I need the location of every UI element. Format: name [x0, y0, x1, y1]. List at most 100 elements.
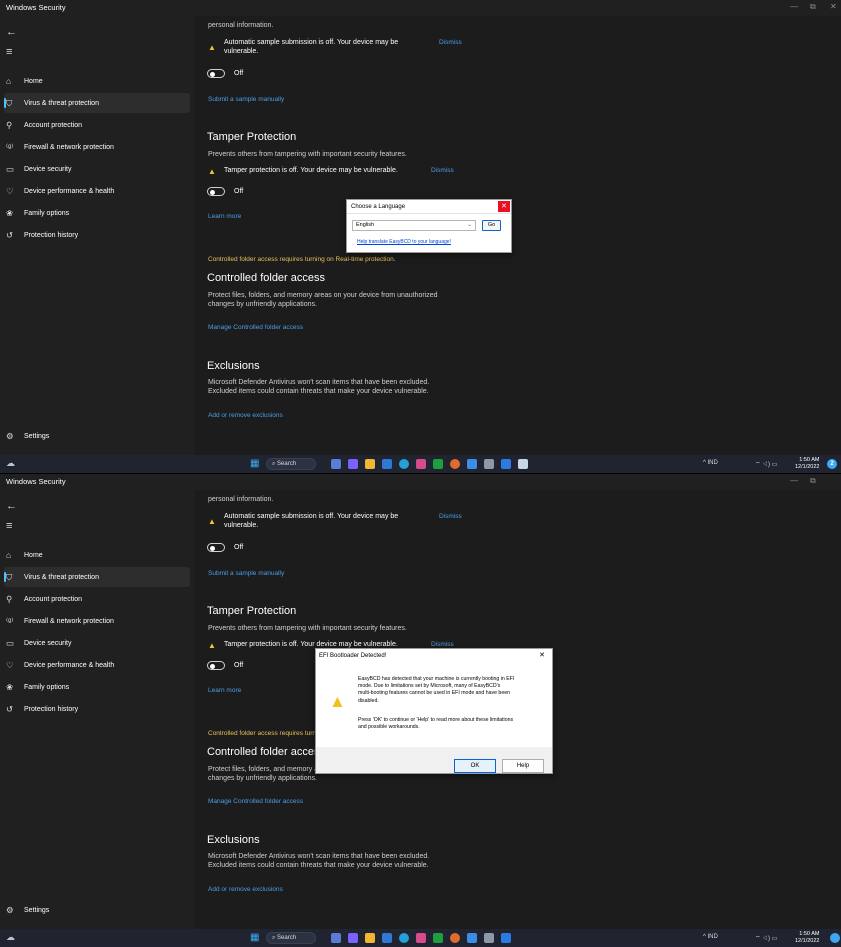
- system-tray[interactable]: ^ IND: [703, 934, 718, 940]
- home-icon: ⌂: [6, 550, 12, 560]
- minimize-button[interactable]: —: [790, 476, 798, 485]
- easybcd-icon[interactable]: [518, 459, 528, 469]
- restore-button[interactable]: ⧉: [810, 476, 816, 486]
- media-app-icon[interactable]: [416, 933, 426, 943]
- back-arrow-icon[interactable]: ←: [6, 26, 17, 38]
- tamper-protection-toggle[interactable]: [207, 187, 225, 196]
- start-button[interactable]: ▦: [250, 459, 259, 469]
- sidebar-item-virus-threat-protection[interactable]: ⛉ Virus & threat protection: [4, 93, 190, 113]
- xbox-icon[interactable]: [433, 459, 443, 469]
- task-view-icon[interactable]: [331, 459, 341, 469]
- hamburger-menu-icon[interactable]: ≡: [6, 520, 12, 532]
- language-selected-value: English: [356, 222, 375, 228]
- sample-warning-line1: Automatic sample submission is off. Your…: [224, 39, 399, 46]
- security-app-icon[interactable]: [501, 459, 511, 469]
- submit-sample-link[interactable]: Submit a sample manually: [208, 570, 284, 577]
- settings-app-icon[interactable]: [484, 459, 494, 469]
- app-title: Windows Security: [6, 3, 66, 12]
- clock-date: 12/1/2022: [795, 464, 820, 470]
- sidebar-item-protection-history[interactable]: ↺ Protection history: [4, 225, 190, 245]
- sidebar-item-home[interactable]: ⌂ Home: [4, 545, 190, 565]
- xbox-icon[interactable]: [433, 933, 443, 943]
- sidebar-item-device-security[interactable]: ▭ Device security: [4, 633, 190, 653]
- sidebar-item-protection-history[interactable]: ↺ Protection history: [4, 699, 190, 719]
- security-app-icon[interactable]: [501, 933, 511, 943]
- chat-icon[interactable]: [348, 459, 358, 469]
- sample-submission-toggle[interactable]: [207, 69, 225, 78]
- sidebar-item-firewall[interactable]: ⁽ᵍ⁾ Firewall & network protection: [4, 611, 190, 631]
- clock[interactable]: 1:50 AM 12/1/2022: [795, 931, 819, 945]
- restore-button[interactable]: ⧉: [810, 2, 816, 12]
- system-tray[interactable]: ^ IND: [703, 460, 718, 466]
- manage-cfa-link[interactable]: Manage Controlled folder access: [208, 798, 303, 805]
- language-select[interactable]: English ⌄: [352, 220, 476, 231]
- close-icon[interactable]: ✕: [498, 201, 510, 212]
- notification-badge[interactable]: [830, 933, 840, 943]
- dismiss-link[interactable]: Dismiss: [439, 513, 462, 520]
- edge-icon[interactable]: [399, 459, 409, 469]
- sidebar-item-label: Protection history: [24, 705, 79, 713]
- app-icon[interactable]: [467, 933, 477, 943]
- sidebar-item-family-options[interactable]: ❀ Family options: [4, 203, 190, 223]
- learn-more-link[interactable]: Learn more: [208, 213, 241, 220]
- network-volume-icons[interactable]: ⌔ ◁) ▭: [755, 460, 777, 468]
- toggle-state-label: Off: [234, 544, 244, 551]
- chat-icon[interactable]: [348, 933, 358, 943]
- store-icon[interactable]: [382, 459, 392, 469]
- task-view-icon[interactable]: [331, 933, 341, 943]
- add-remove-exclusions-link[interactable]: Add or remove exclusions: [208, 412, 283, 419]
- close-icon[interactable]: ✕: [537, 651, 547, 661]
- add-remove-exclusions-link[interactable]: Add or remove exclusions: [208, 886, 283, 893]
- sidebar-item-family-options[interactable]: ❀ Family options: [4, 677, 190, 697]
- sidebar-item-account-protection[interactable]: ⚲ Account protection: [4, 589, 190, 609]
- store-icon[interactable]: [382, 933, 392, 943]
- submit-sample-link[interactable]: Submit a sample manually: [208, 96, 284, 103]
- sidebar-item-device-performance[interactable]: ♡ Device performance & health: [4, 181, 190, 201]
- network-volume-icons[interactable]: ⌔ ◁) ▭: [755, 934, 777, 942]
- sidebar-item-device-security[interactable]: ▭ Device security: [4, 159, 190, 179]
- sidebar-item-settings[interactable]: ⚙ Settings: [4, 426, 190, 446]
- sample-submission-toggle[interactable]: [207, 543, 225, 552]
- manage-cfa-link[interactable]: Manage Controlled folder access: [208, 324, 303, 331]
- notification-badge[interactable]: 2: [827, 459, 837, 469]
- help-translate-link[interactable]: Help translate EasyBCD to your language!: [357, 239, 451, 245]
- heart-icon: ♡: [6, 659, 14, 670]
- clock[interactable]: 1:50 AM 12/1/2022: [795, 457, 819, 471]
- edge-icon[interactable]: [399, 933, 409, 943]
- media-app-icon[interactable]: [416, 459, 426, 469]
- ok-button[interactable]: OK: [454, 759, 496, 773]
- tamper-protection-toggle[interactable]: [207, 661, 225, 670]
- browser-icon[interactable]: [450, 459, 460, 469]
- taskbar-search[interactable]: ⌕ Search: [266, 932, 316, 944]
- widgets-icon[interactable]: ☁: [6, 458, 15, 469]
- history-icon: ↺: [6, 229, 14, 240]
- file-explorer-icon[interactable]: [365, 933, 375, 943]
- app-icon[interactable]: [467, 459, 477, 469]
- widgets-icon[interactable]: ☁: [6, 932, 15, 943]
- clock-time: 1:50 AM: [799, 457, 820, 463]
- minimize-button[interactable]: —: [790, 2, 798, 11]
- dismiss-link[interactable]: Dismiss: [431, 641, 454, 648]
- browser-icon[interactable]: [450, 933, 460, 943]
- sidebar-item-settings[interactable]: ⚙ Settings: [4, 900, 190, 920]
- taskbar-search[interactable]: ⌕ Search: [266, 458, 316, 470]
- file-explorer-icon[interactable]: [365, 459, 375, 469]
- start-button[interactable]: ▦: [250, 933, 259, 943]
- taskbar: ☁ ▦ ⌕ Search ^ IND ⌔ ◁) ▭ 1:50 AM 12/1/2…: [0, 929, 841, 947]
- dismiss-link[interactable]: Dismiss: [439, 39, 462, 46]
- sidebar-item-home[interactable]: ⌂ Home: [4, 71, 190, 91]
- sidebar-item-account-protection[interactable]: ⚲ Account protection: [4, 115, 190, 135]
- go-button[interactable]: Go: [482, 220, 501, 231]
- close-button[interactable]: ✕: [830, 2, 837, 11]
- sidebar-item-virus-threat-protection[interactable]: ⛉ Virus & threat protection: [4, 567, 190, 587]
- learn-more-link[interactable]: Learn more: [208, 687, 241, 694]
- sidebar-item-device-performance[interactable]: ♡ Device performance & health: [4, 655, 190, 675]
- back-arrow-icon[interactable]: ←: [6, 500, 17, 512]
- settings-app-icon[interactable]: [484, 933, 494, 943]
- sidebar-item-firewall[interactable]: ⁽ᵍ⁾ Firewall & network protection: [4, 137, 190, 157]
- dismiss-link[interactable]: Dismiss: [431, 167, 454, 174]
- help-button[interactable]: Help: [502, 759, 544, 773]
- sidebar: ← ≡ ⌂ Home ⛉ Virus & threat protection ⚲…: [0, 490, 195, 929]
- hamburger-menu-icon[interactable]: ≡: [6, 46, 12, 58]
- efi-message-line: disabled.: [358, 697, 379, 704]
